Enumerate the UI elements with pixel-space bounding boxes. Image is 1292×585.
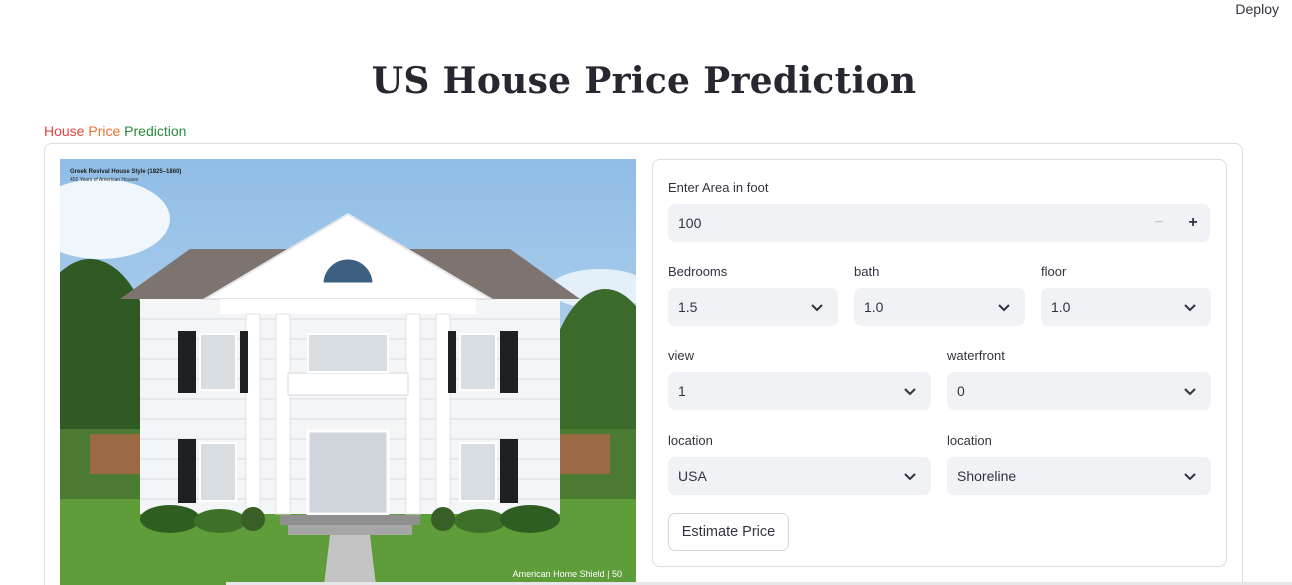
waterfront-select[interactable]: 0 — [947, 372, 1211, 410]
waterfront-label: waterfront — [947, 348, 1005, 363]
area-value[interactable]: 100 — [678, 215, 1142, 231]
subtitle-prediction: Prediction — [120, 123, 187, 139]
waterfront-value: 0 — [957, 383, 965, 399]
image-logo: American Home Shield | 50 — [512, 569, 622, 579]
chevron-down-icon — [998, 304, 1010, 312]
floor-label: floor — [1041, 264, 1067, 279]
location-country-label: location — [668, 433, 713, 448]
view-select[interactable]: 1 — [668, 372, 931, 410]
location-country-value: USA — [678, 468, 707, 484]
location-country-select[interactable]: USA — [668, 457, 931, 495]
bedrooms-value: 1.5 — [678, 299, 698, 315]
chevron-down-icon — [1184, 473, 1196, 481]
chevron-down-icon — [1184, 388, 1196, 396]
view-label: view — [668, 348, 695, 363]
image-caption-title: Greek Revival House Style (1825–1860) — [70, 169, 182, 175]
view-value: 1 — [678, 383, 686, 399]
area-increment-button[interactable]: + — [1176, 204, 1210, 242]
deploy-button[interactable]: Deploy — [1235, 1, 1279, 17]
bedrooms-select[interactable]: 1.5 — [668, 288, 838, 326]
location-city-label: location — [947, 433, 992, 448]
bath-value: 1.0 — [864, 299, 884, 315]
floor-value: 1.0 — [1051, 299, 1071, 315]
chevron-down-icon — [904, 388, 916, 396]
subtitle-house: House — [44, 123, 89, 139]
bath-label: bath — [854, 264, 880, 279]
chevron-down-icon — [1184, 304, 1196, 312]
location-city-select[interactable]: Shoreline — [947, 457, 1211, 495]
floor-select[interactable]: 1.0 — [1041, 288, 1211, 326]
subtitle: House Price Prediction — [44, 123, 186, 139]
area-decrement-button[interactable]: − — [1142, 204, 1176, 242]
area-label: Enter Area in foot — [668, 180, 769, 195]
estimate-price-button[interactable]: Estimate Price — [668, 513, 789, 551]
image-caption-subtitle: 450 Years of American Houses — [70, 177, 139, 183]
chevron-down-icon — [904, 473, 916, 481]
location-city-value: Shoreline — [957, 468, 1017, 484]
chevron-down-icon — [811, 304, 823, 312]
area-input[interactable]: 100 − + — [668, 204, 1210, 242]
subtitle-price: Price — [88, 123, 121, 139]
page-title: US House Price Prediction — [371, 60, 917, 102]
bath-select[interactable]: 1.0 — [854, 288, 1025, 326]
bedrooms-label: Bedrooms — [668, 264, 728, 279]
house-image: Greek Revival House Style (1825–1860) 45… — [60, 159, 636, 585]
